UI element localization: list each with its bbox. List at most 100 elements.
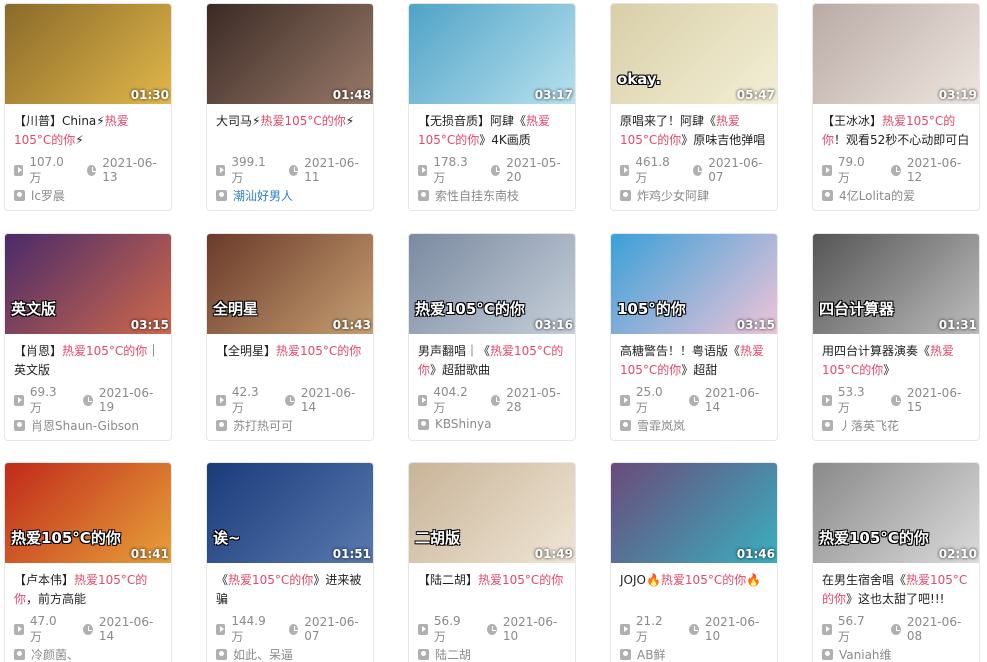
- video-stats: 56.7万 2021-06-08: [813, 611, 979, 644]
- title-prefix: 【肖恩】: [14, 344, 63, 358]
- title-suffix: ，前方高能: [26, 592, 87, 606]
- video-thumbnail[interactable]: 热爱105°C的你 03:16: [409, 234, 575, 334]
- video-thumbnail[interactable]: 03:19: [813, 4, 979, 104]
- video-card[interactable]: 二胡版 01:49 【陆二胡】热爱105°C的你 56.9万 2021-06-10 陆二胡: [408, 462, 576, 662]
- video-thumbnail[interactable]: 03:17: [409, 4, 575, 104]
- video-card[interactable]: 热爱105°C的你 02:10 在男生宿舍唱《热爱105°C的你》这也太甜了吧!!!…: [812, 462, 980, 662]
- uploader-name[interactable]: 苏打热可可: [233, 417, 293, 434]
- video-title[interactable]: 【无损音质】阿肆《热爱105°C的你》4K画质: [409, 104, 575, 152]
- video-card[interactable]: 热爱105°C的你 03:16 男声翻唱｜《热爱105°C的你》超甜歌曲 404.2万…: [408, 233, 576, 441]
- clock-icon: [486, 623, 497, 635]
- video-card[interactable]: 03:17 【无损音质】阿肆《热爱105°C的你》4K画质 178.3万 2021-0…: [408, 3, 576, 211]
- video-thumbnail[interactable]: 热爱105°C的你 02:10: [813, 463, 979, 563]
- video-title[interactable]: 【全明星】热爱105°C的你: [207, 334, 373, 382]
- uploader-icon: [14, 649, 25, 660]
- video-thumbnail[interactable]: 二胡版 01:49: [409, 463, 575, 563]
- clock-icon: [490, 394, 501, 406]
- view-count: 69.3万: [14, 385, 65, 416]
- video-card[interactable]: 英文版 03:15 【肖恩】热爱105°C的你｜英文版 69.3万 2021-06-19…: [4, 233, 172, 441]
- video-title[interactable]: 高糖警告！！粤语版《热爱105°C的你》超甜: [611, 334, 777, 382]
- video-title[interactable]: 【陆二胡】热爱105°C的你: [409, 563, 575, 611]
- video-thumbnail[interactable]: 四台计算器 01:31: [813, 234, 979, 334]
- video-card[interactable]: okay. 05:47 原唱来了！阿肆《热爱105°C的你》原味吉他弹唱 461.8万…: [610, 3, 778, 211]
- clock-icon: [288, 164, 299, 176]
- video-card[interactable]: 热爱105°C的你 01:41 【卢本伟】热爱105°C的你，前方高能 47.0万 20…: [4, 462, 172, 662]
- uploader-name[interactable]: 冷颜菌、: [31, 646, 79, 662]
- video-thumbnail[interactable]: 全明星 01:43: [207, 234, 373, 334]
- uploader-name[interactable]: 索性自挂东南枝: [435, 187, 519, 204]
- uploader-name[interactable]: 4亿Lolita的爱: [839, 187, 915, 204]
- upload-date: 2021-06-15: [890, 386, 970, 414]
- video-duration: 01:30: [130, 88, 169, 102]
- video-title[interactable]: 用四台计算器演奏《热爱105°C的你》: [813, 334, 979, 382]
- title-prefix: 【无损音质】阿肆《: [418, 114, 527, 128]
- video-title[interactable]: 大司马⚡热爱105°C的你⚡: [207, 104, 373, 152]
- video-card[interactable]: 03:19 【王冰冰】热爱105°C的你！观看52秒不心动即可白 79.0万 2021…: [812, 3, 980, 211]
- video-stats: 404.2万 2021-05-28: [409, 382, 575, 415]
- video-stats: 56.9万 2021-06-10: [409, 611, 575, 644]
- uploader-icon: [216, 420, 227, 431]
- view-count: 107.0万: [14, 155, 69, 186]
- upload-date-value: 2021-06-10: [502, 615, 558, 643]
- uploader-name[interactable]: 如此、呆逼: [233, 646, 293, 662]
- uploader-name[interactable]: 丿落英飞花: [839, 417, 899, 434]
- video-title[interactable]: 男声翻唱｜《热爱105°C的你》超甜歌曲: [409, 334, 575, 382]
- thumbnail-caption: 热爱105°C的你: [819, 529, 929, 547]
- video-title[interactable]: 【卢本伟】热爱105°C的你，前方高能: [5, 563, 171, 611]
- view-count: 42.3万: [216, 385, 267, 416]
- title-prefix: 用四台计算器演奏《: [822, 344, 931, 358]
- video-title[interactable]: 【王冰冰】热爱105°C的你！观看52秒不心动即可白: [813, 104, 979, 152]
- view-count-value: 178.3万: [433, 154, 468, 185]
- video-stats: 25.0万 2021-06-14: [611, 382, 777, 415]
- uploader-name[interactable]: 炸鸡少女阿肆: [637, 187, 709, 204]
- uploader-name[interactable]: KBShinya: [435, 417, 492, 431]
- uploader-name[interactable]: lc罗晨: [31, 187, 65, 204]
- video-stats: 79.0万 2021-06-12: [813, 152, 979, 185]
- video-thumbnail[interactable]: 诶~ 01:51: [207, 463, 373, 563]
- uploader-name[interactable]: Vaniah维: [839, 646, 892, 662]
- title-prefix: 【川普】China⚡: [14, 114, 105, 128]
- title-suffix: 》: [883, 363, 896, 377]
- video-thumbnail[interactable]: 01:48: [207, 4, 373, 104]
- uploader-name[interactable]: 陆二胡: [435, 646, 471, 662]
- view-count: 404.2万: [418, 385, 473, 416]
- video-thumbnail[interactable]: 热爱105°C的你 01:41: [5, 463, 171, 563]
- thumbnail-caption: 二胡版: [415, 529, 461, 547]
- thumbnail-caption: okay.: [617, 70, 662, 88]
- video-title[interactable]: 原唱来了！阿肆《热爱105°C的你》原味吉他弹唱: [611, 104, 777, 152]
- upload-date-value: 2021-06-14: [98, 615, 154, 643]
- clock-icon: [688, 623, 699, 635]
- title-prefix: 男声翻唱｜《: [418, 344, 491, 358]
- video-card[interactable]: 01:48 大司马⚡热爱105°C的你⚡ 399.1万 2021-06-11 潮汕好男人: [206, 3, 374, 211]
- view-count-value: 461.8万: [635, 154, 670, 185]
- video-card[interactable]: 诶~ 01:51 《热爱105°C的你》进来被骗 144.9万 2021-06-07 如此…: [206, 462, 374, 662]
- uploader-name[interactable]: 雪霏岚岚: [637, 417, 685, 434]
- uploader-name[interactable]: AB鲜: [637, 646, 665, 662]
- video-title[interactable]: JOJO🔥热爱105°C的你🔥: [611, 563, 777, 611]
- video-card[interactable]: 01:46 JOJO🔥热爱105°C的你🔥 21.2万 2021-06-10 AB鲜: [610, 462, 778, 662]
- video-card[interactable]: 01:30 【川普】China⚡热爱105°C的你⚡ 107.0万 2021-06-1…: [4, 3, 172, 211]
- video-card[interactable]: 四台计算器 01:31 用四台计算器演奏《热爱105°C的你》 53.3万 2021-0…: [812, 233, 980, 441]
- view-count-value: 42.3万: [231, 384, 259, 415]
- video-thumbnail[interactable]: 英文版 03:15: [5, 234, 171, 334]
- video-card[interactable]: 全明星 01:43 【全明星】热爱105°C的你 42.3万 2021-06-14 苏打热…: [206, 233, 374, 441]
- play-count-icon: [418, 623, 428, 635]
- video-stats: 69.3万 2021-06-19: [5, 382, 171, 415]
- view-count-value: 53.3万: [837, 384, 865, 415]
- video-thumbnail[interactable]: 105°的你 03:15: [611, 234, 777, 334]
- video-title[interactable]: 【肖恩】热爱105°C的你｜英文版: [5, 334, 171, 382]
- uploader-name[interactable]: 肖恩Shaun-Gibson: [31, 417, 139, 434]
- video-thumbnail[interactable]: okay. 05:47: [611, 4, 777, 104]
- view-count-value: 56.7万: [837, 613, 865, 644]
- view-count-value: 107.0万: [29, 154, 64, 185]
- video-title[interactable]: 【川普】China⚡热爱105°C的你⚡: [5, 104, 171, 152]
- video-thumbnail[interactable]: 01:30: [5, 4, 171, 104]
- video-title[interactable]: 在男生宿舍唱《热爱105°C的你》这也太甜了吧!!!: [813, 563, 979, 611]
- uploader-name[interactable]: 潮汕好男人: [233, 187, 293, 204]
- video-title[interactable]: 《热爱105°C的你》进来被骗: [207, 563, 373, 611]
- video-thumbnail[interactable]: 01:46: [611, 463, 777, 563]
- title-suffix: ⚡: [75, 133, 84, 147]
- video-card[interactable]: 105°的你 03:15 高糖警告！！粤语版《热爱105°C的你》超甜 25.0万 20…: [610, 233, 778, 441]
- view-count: 21.2万: [620, 614, 671, 645]
- video-stats: 178.3万 2021-05-20: [409, 152, 575, 185]
